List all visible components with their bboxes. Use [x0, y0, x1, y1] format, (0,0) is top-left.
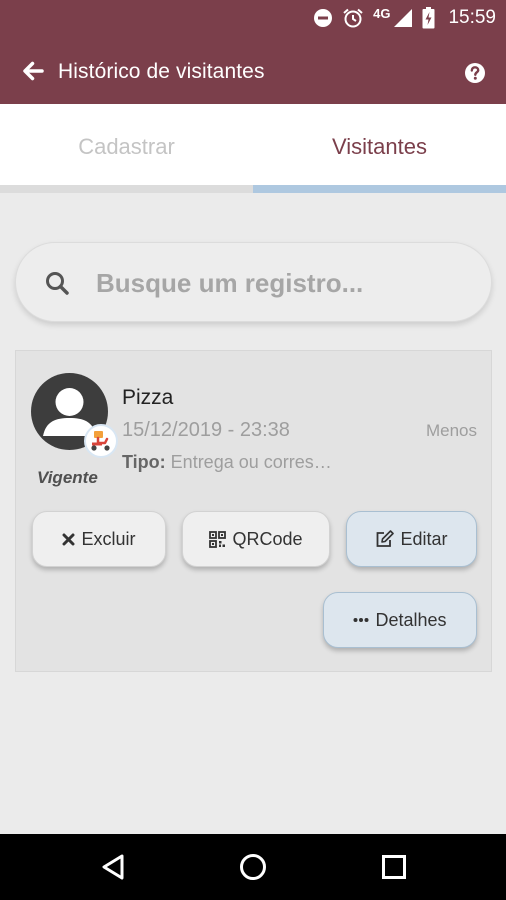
- visitor-card: Vigente Pizza 15/12/2019 - 23:38 Menos T…: [15, 350, 492, 672]
- delete-button[interactable]: Excluir: [32, 511, 166, 567]
- qrcode-icon: [209, 530, 227, 548]
- qrcode-button-label: QRCode: [232, 528, 303, 549]
- close-icon: [62, 533, 75, 546]
- alarm-icon: [342, 7, 364, 29]
- edit-icon: [375, 530, 395, 548]
- status-bar: 4G 15:59: [0, 0, 506, 36]
- edit-button[interactable]: Editar: [346, 511, 477, 567]
- edit-button-label: Editar: [400, 528, 448, 549]
- question-circle-icon[interactable]: [464, 62, 486, 84]
- tab-cadastrar[interactable]: Cadastrar: [0, 104, 253, 189]
- delete-button-label: Excluir: [81, 528, 136, 549]
- status-time: 15:59: [448, 7, 496, 28]
- do-not-disturb-icon: [313, 8, 333, 28]
- tab-active-indicator: [253, 185, 506, 193]
- status-label: Vigente: [37, 468, 98, 487]
- system-nav-bar: [0, 834, 506, 900]
- back-triangle-icon[interactable]: [98, 851, 130, 883]
- details-button[interactable]: Detalhes: [323, 592, 477, 648]
- search-input[interactable]: [96, 261, 466, 305]
- recents-square-icon[interactable]: [378, 851, 410, 883]
- ellipsis-icon: [353, 617, 369, 623]
- visitor-name: Pizza: [122, 386, 174, 409]
- qrcode-button[interactable]: QRCode: [182, 511, 330, 567]
- visit-type-label: Tipo:: [122, 452, 166, 472]
- battery-charging-icon: [422, 7, 435, 29]
- app-bar: Histórico de visitantes: [0, 36, 506, 104]
- signal-icon: [393, 8, 413, 28]
- visit-type: Tipo: Entrega ou corres…: [122, 452, 332, 473]
- status-icons: 4G 15:59: [313, 0, 496, 36]
- search-icon: [44, 270, 70, 296]
- details-button-label: Detalhes: [375, 609, 447, 630]
- arrow-left-icon[interactable]: [20, 58, 46, 84]
- toggle-details-link[interactable]: Menos: [426, 421, 477, 441]
- home-circle-icon[interactable]: [237, 851, 269, 883]
- visit-type-value: Entrega ou corres…: [170, 452, 332, 472]
- delivery-scooter-icon: [84, 424, 118, 458]
- tab-bar: Cadastrar Visitantes: [0, 104, 506, 193]
- visit-datetime: 15/12/2019 - 23:38: [122, 419, 290, 441]
- page-title: Histórico de visitantes: [58, 60, 265, 83]
- network-type-label: 4G: [373, 5, 391, 21]
- tab-visitantes[interactable]: Visitantes: [253, 104, 506, 189]
- search-bar: [15, 242, 492, 322]
